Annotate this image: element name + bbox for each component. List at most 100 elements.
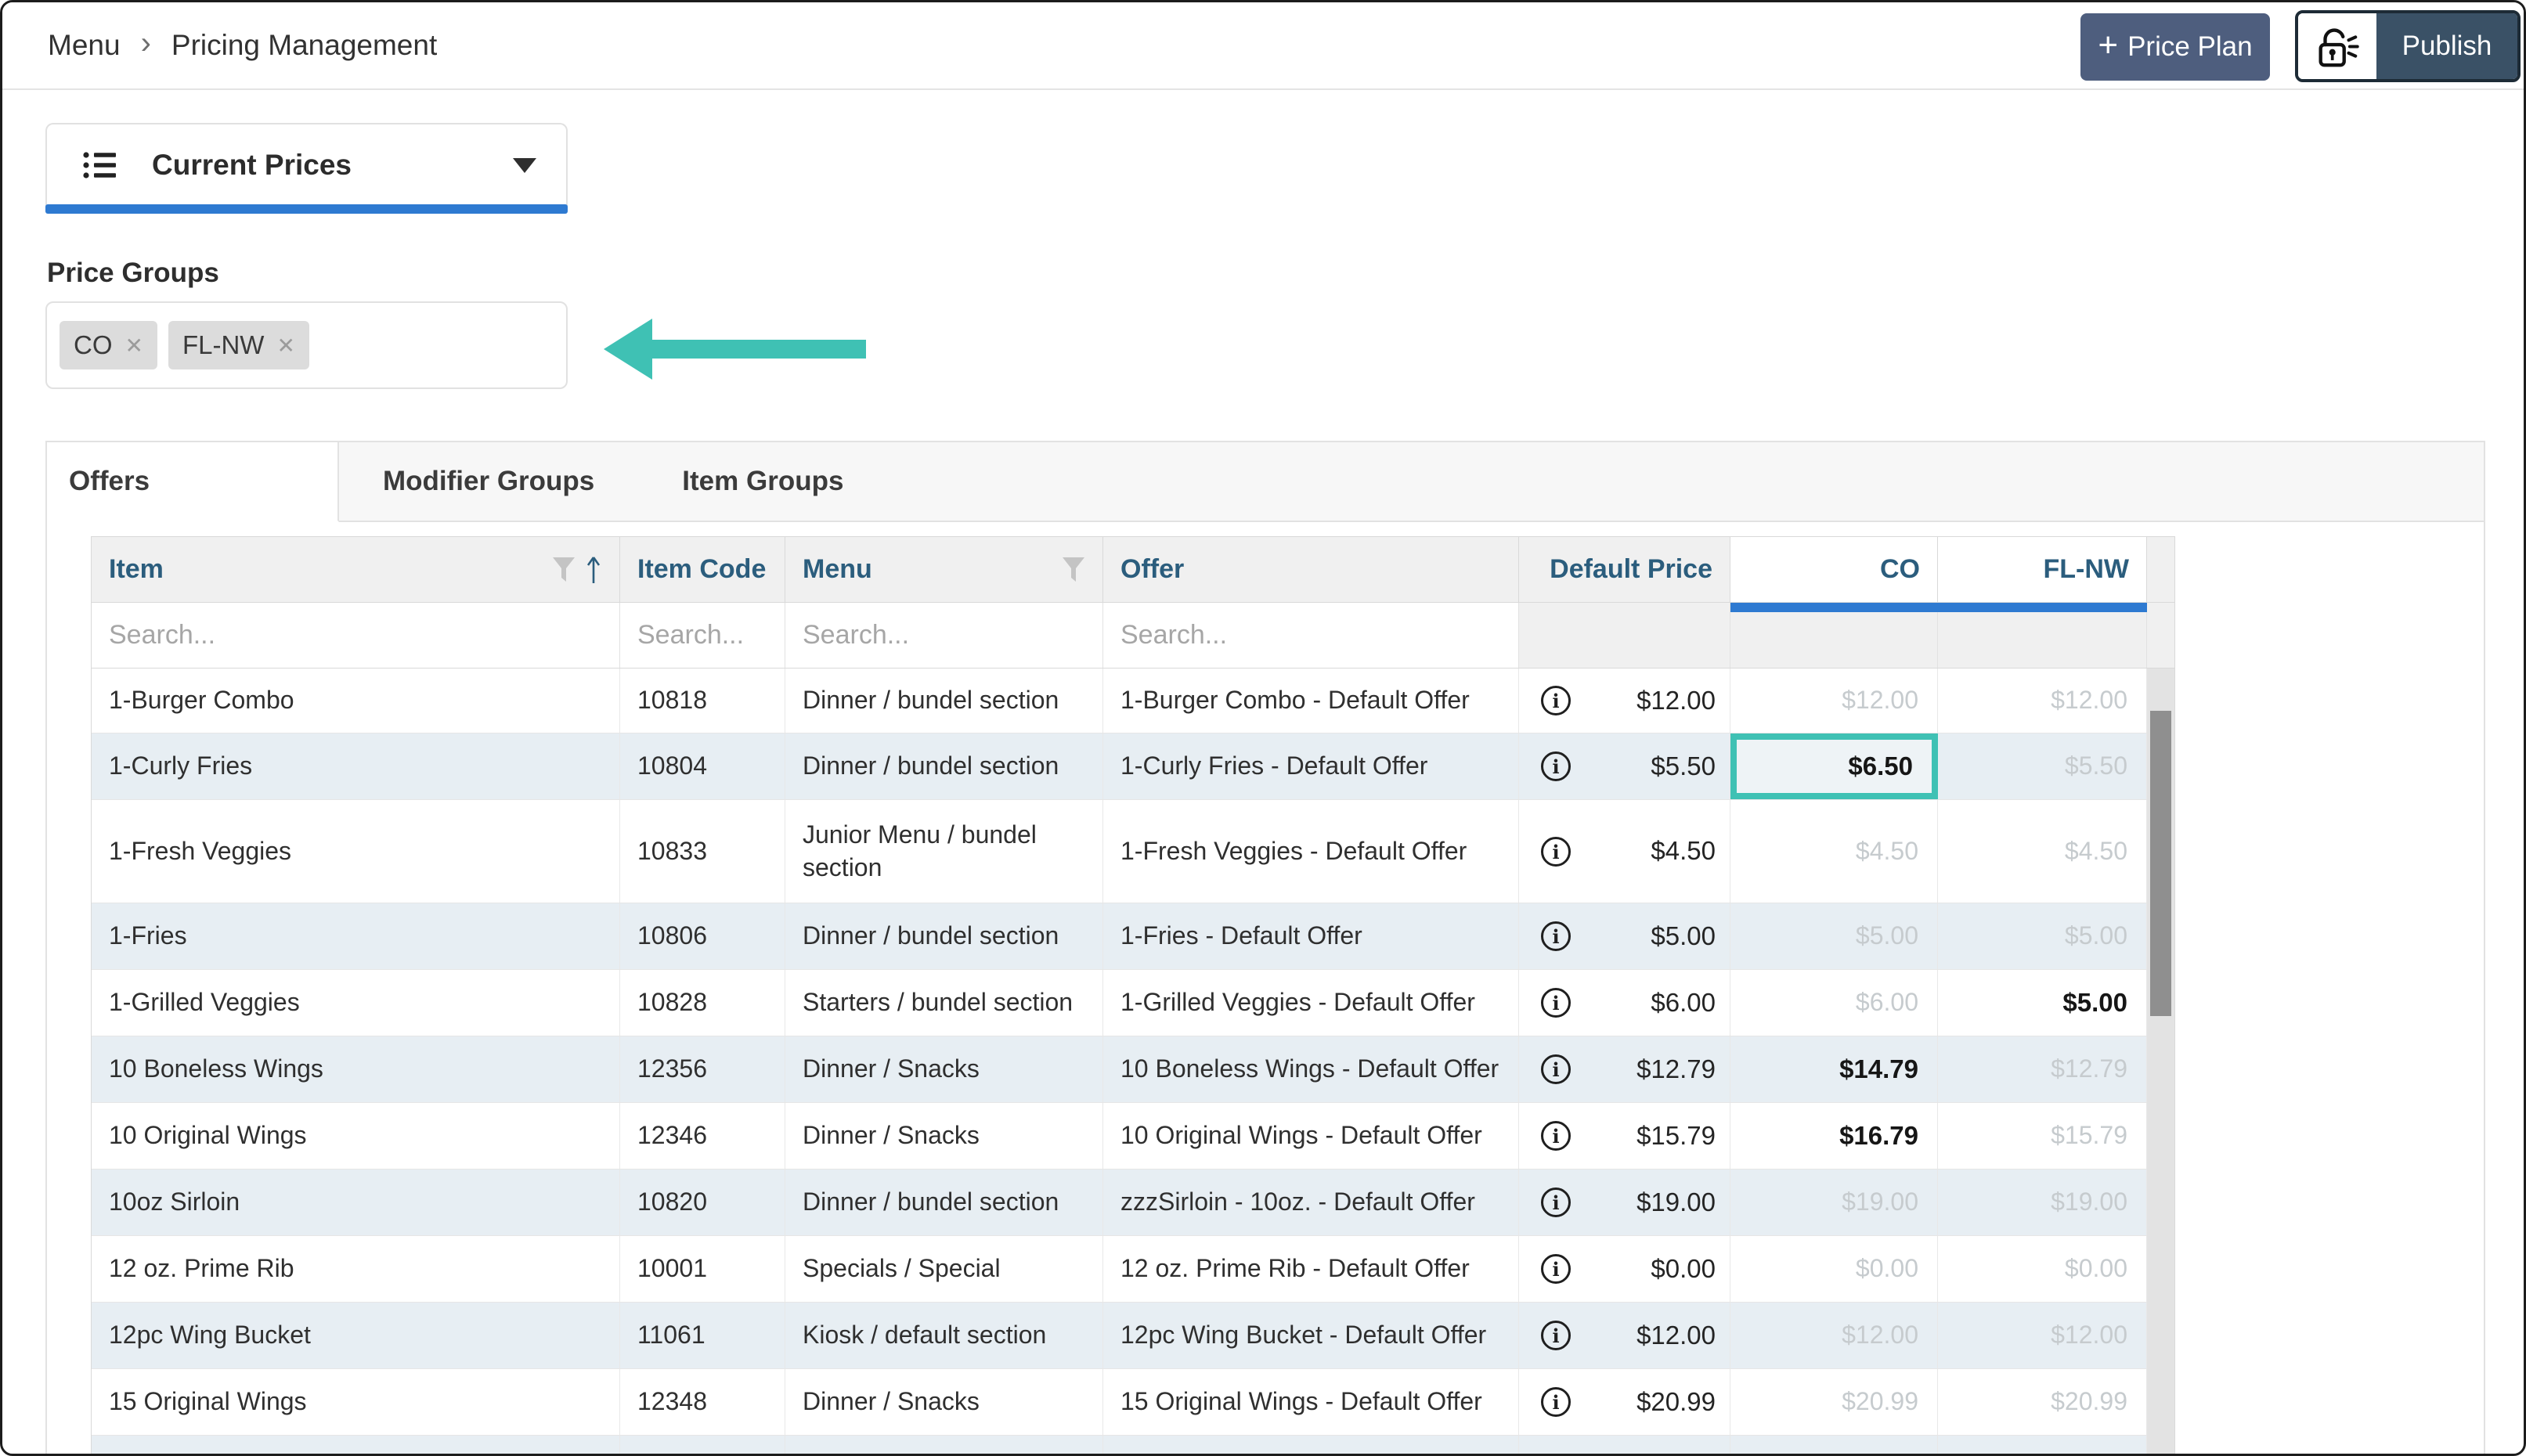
chip-label: CO [74, 330, 113, 360]
offer-cell: 12pc Wing Bucket - Default Offer [1103, 1303, 1519, 1368]
svg-text:i: i [1552, 1258, 1559, 1281]
co-price-cell[interactable] [1730, 1436, 1938, 1456]
menu-search-input[interactable] [785, 620, 1102, 651]
publish-button[interactable]: Publish [2376, 13, 2517, 79]
menu-cell [785, 1436, 1103, 1456]
topbar: Menu › Pricing Management + Price Plan P… [2, 2, 2524, 90]
svg-text:i: i [1552, 1391, 1559, 1414]
view-selector-value: Current Prices [152, 149, 352, 182]
column-header-item-code[interactable]: Item Code [620, 537, 785, 602]
svg-text:i: i [1552, 1058, 1559, 1081]
price-group-chip-flnw: FL-NW ✕ [168, 321, 309, 369]
column-header-flnw[interactable]: FL-NW [1938, 537, 2147, 602]
tab-offers[interactable]: Offers [47, 442, 339, 522]
offer-cell: zzzSirloin - 10oz. - Default Offer [1103, 1169, 1519, 1235]
item-code-search-input[interactable] [620, 620, 785, 651]
tab-item-groups[interactable]: Item Groups [638, 442, 887, 522]
info-icon[interactable]: i [1539, 750, 1572, 783]
breadcrumb: Menu › Pricing Management [48, 28, 437, 63]
info-icon[interactable]: i [1539, 1452, 1572, 1456]
flnw-price-cell[interactable]: $12.79 [1938, 1036, 2147, 1102]
flnw-price-cell[interactable]: $12.00 [1938, 669, 2147, 733]
menu-cell: Kiosk / default section [785, 1303, 1103, 1368]
flnw-price-cell[interactable]: $19.00 [1938, 1169, 2147, 1235]
sort-ascending-icon[interactable] [585, 554, 602, 586]
info-icon[interactable]: i [1539, 1252, 1572, 1285]
column-header-menu[interactable]: Menu [785, 537, 1103, 602]
co-price-cell[interactable]: $4.50 [1730, 800, 1938, 903]
flnw-price-cell[interactable]: $20.99 [1938, 1369, 2147, 1435]
offer-cell: 10 Boneless Wings - Default Offer [1103, 1036, 1519, 1102]
flnw-price-cell[interactable]: $5.00 [1938, 970, 2147, 1036]
info-icon[interactable]: i [1539, 986, 1572, 1019]
table-row: 1-Grilled Veggies 10828 Starters / bunde… [92, 970, 2174, 1036]
list-icon [81, 147, 117, 183]
co-price-cell[interactable]: $0.00 [1730, 1236, 1938, 1302]
info-icon[interactable]: i [1539, 1053, 1572, 1086]
pricing-panel: Offers Modifier Groups Item Groups Item [45, 441, 2485, 1456]
lock-button[interactable] [2298, 13, 2376, 79]
column-header-offer[interactable]: Offer [1103, 537, 1519, 602]
flnw-price-cell[interactable]: $15.79 [1938, 1103, 2147, 1169]
menu-cell: Starters / bundel section [785, 970, 1103, 1036]
offer-cell: 1-Curly Fries - Default Offer [1103, 733, 1519, 799]
co-price-cell[interactable]: $6.00 [1730, 970, 1938, 1036]
info-icon[interactable]: i [1539, 1386, 1572, 1418]
info-icon[interactable]: i [1539, 1119, 1572, 1152]
column-header-co[interactable]: CO [1730, 537, 1938, 602]
plus-icon: + [2098, 28, 2118, 63]
svg-text:i: i [1552, 1191, 1559, 1214]
offer-search-input[interactable] [1103, 620, 1518, 651]
flnw-price-cell[interactable] [1938, 1436, 2147, 1456]
default-price-value: $5.50 [1651, 750, 1716, 784]
tab-bar-filler [887, 442, 2484, 522]
info-icon[interactable]: i [1539, 920, 1572, 953]
item-code-cell: 12346 [620, 1103, 785, 1169]
co-price-cell[interactable]: $12.00 [1730, 669, 1938, 733]
flnw-price-cell[interactable]: $0.00 [1938, 1236, 2147, 1302]
tab-modifier-groups[interactable]: Modifier Groups [339, 442, 638, 522]
default-price-cell: i $4.50 [1519, 800, 1730, 903]
co-price-cell[interactable]: $12.00 [1730, 1303, 1938, 1368]
view-selector-dropdown[interactable]: Current Prices [45, 123, 568, 214]
column-header-co-label: CO [1880, 554, 1920, 585]
co-price-cell[interactable]: $19.00 [1730, 1169, 1938, 1235]
default-price-value: $20.99 [1636, 1386, 1716, 1419]
flnw-price-cell[interactable]: $5.00 [1938, 903, 2147, 969]
price-plan-button[interactable]: + Price Plan [2080, 13, 2270, 81]
chip-remove-icon[interactable]: ✕ [125, 333, 143, 359]
co-search-gap [1730, 603, 1938, 668]
co-price-cell[interactable]: $5.00 [1730, 903, 1938, 969]
default-price-cell: i [1519, 1436, 1730, 1456]
app-window: Menu › Pricing Management + Price Plan P… [0, 0, 2526, 1456]
flnw-price-cell[interactable]: $12.00 [1938, 1303, 2147, 1368]
co-price-cell[interactable]: $20.99 [1730, 1369, 1938, 1435]
default-price-value: $0.00 [1651, 1252, 1716, 1286]
info-icon[interactable]: i [1539, 1319, 1572, 1352]
filter-icon[interactable] [552, 557, 576, 583]
table-row: 10 Boneless Wings 12356 Dinner / Snacks … [92, 1036, 2174, 1103]
item-search-input[interactable] [92, 620, 619, 651]
scrollbar-thumb[interactable] [2150, 711, 2171, 1016]
filter-icon[interactable] [1062, 557, 1085, 583]
co-price-cell[interactable]: $6.50 [1730, 733, 1938, 799]
co-price-cell[interactable]: $16.79 [1730, 1103, 1938, 1169]
info-icon[interactable]: i [1539, 835, 1572, 868]
menu-cell: Dinner / bundel section [785, 1169, 1103, 1235]
item-code-cell: 10828 [620, 970, 785, 1036]
flnw-price-cell[interactable]: $5.50 [1938, 733, 2147, 799]
info-icon[interactable]: i [1539, 684, 1572, 717]
column-header-default-price[interactable]: Default Price [1519, 537, 1730, 602]
info-icon[interactable]: i [1539, 1186, 1572, 1219]
vertical-scrollbar[interactable] [2147, 669, 2174, 1456]
annotation-arrow-icon [604, 314, 866, 384]
item-code-cell: 12356 [620, 1036, 785, 1102]
chip-remove-icon[interactable]: ✕ [276, 333, 294, 359]
flnw-price-cell[interactable]: $4.50 [1938, 800, 2147, 903]
svg-text:i: i [1552, 755, 1559, 778]
co-price-cell[interactable]: $14.79 [1730, 1036, 1938, 1102]
column-header-item[interactable]: Item [92, 537, 620, 602]
price-groups-multiselect[interactable]: CO ✕ FL-NW ✕ [45, 301, 568, 389]
breadcrumb-menu[interactable]: Menu [48, 29, 121, 62]
item-code-cell: 10806 [620, 903, 785, 969]
